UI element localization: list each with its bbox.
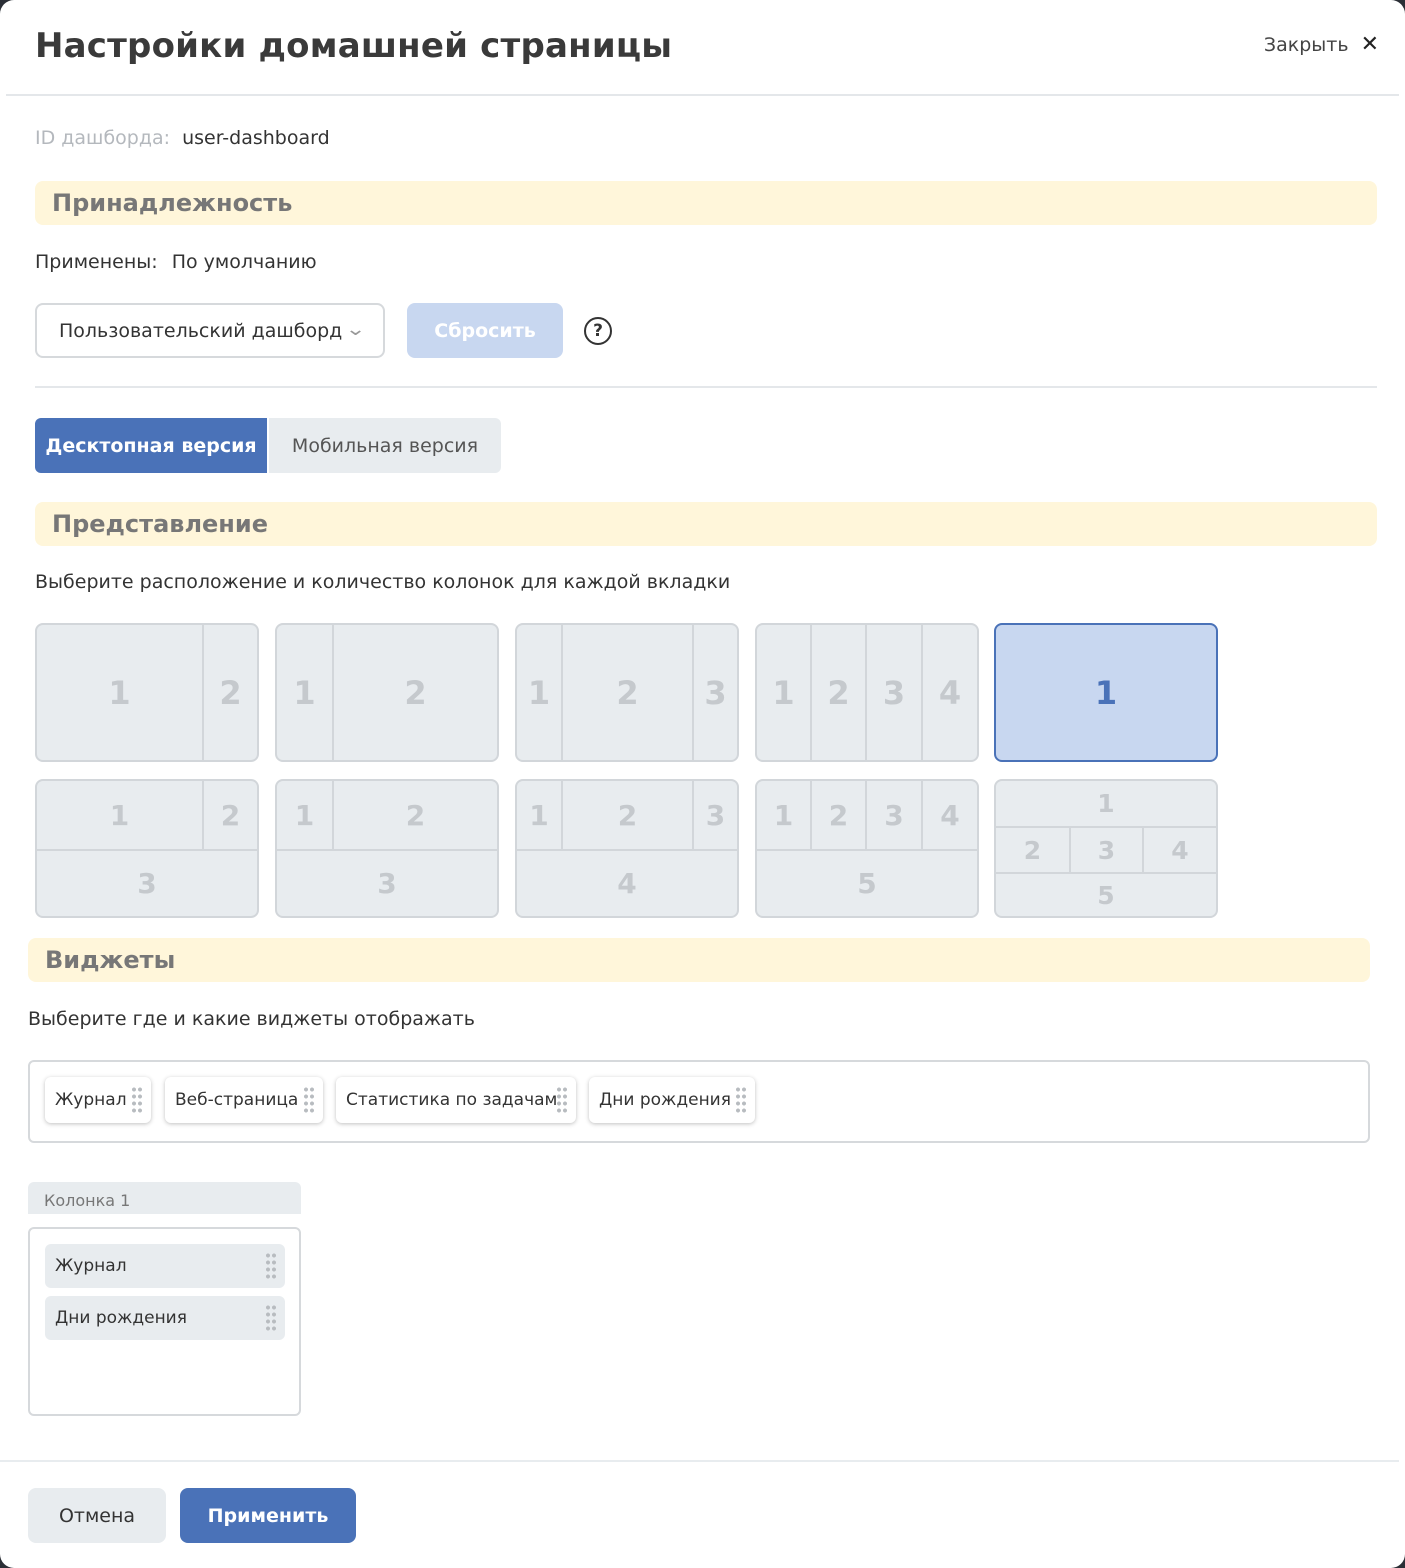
layout-cell: 1 [527,673,551,712]
layout-option-7[interactable]: 1 2 3 [275,779,499,918]
section-view: Представление [35,502,1377,546]
version-tabs: Десктопная версия Мобильная версия [35,418,501,473]
layout-option-2[interactable]: 1 2 [275,623,499,762]
layout-option-1[interactable]: 1 2 [35,623,259,762]
layout-option-6[interactable]: 1 2 3 [35,779,259,918]
layout-cell: 2 [827,673,850,712]
layout-cell: 4 [938,673,962,712]
layout-option-5[interactable]: 1 [994,623,1218,762]
cancel-button[interactable]: Отмена [28,1488,166,1543]
layout-cell: 2 [828,798,849,832]
layout-cell: 3 [377,867,397,900]
layout-cell: 4 [940,798,960,832]
layout-cell: 5 [857,867,877,900]
layout-cell: 1 [109,798,130,832]
layout-option-8[interactable]: 1 2 3 4 [515,779,739,918]
applied-value: По умолчанию [171,251,317,273]
view-hint: Выберите расположение и количество колон… [35,571,731,593]
column-1-dropzone[interactable]: Журнал Дни рождения [28,1227,301,1416]
apply-button[interactable]: Применить [180,1488,356,1543]
layout-cell: 3 [137,867,157,900]
layout-cell: 3 [1097,835,1116,865]
section-membership: Принадлежность [35,181,1377,225]
column-widget-journal[interactable]: Журнал [45,1244,285,1288]
widget-pool: Журнал Веб-страница Статистика по задача… [28,1060,1370,1143]
dashboard-id-label: ID дашборда: [35,127,171,149]
layout-cell: 1 [1097,789,1115,818]
layout-cell: 2 [1023,835,1042,865]
layout-cell: 2 [404,673,427,712]
column-widget-label: Журнал [55,1256,127,1276]
layout-cell: 1 [772,673,795,712]
column-widget-label: Дни рождения [55,1308,187,1328]
widget-chip-webpage[interactable]: Веб-страница [165,1077,323,1123]
layout-cell: 1 [108,673,131,712]
drag-handle-icon[interactable] [265,1304,277,1332]
divider [35,386,1377,388]
layout-cell: 3 [704,673,727,712]
layout-cell: 5 [1097,880,1115,910]
widgets-hint: Выберите где и какие виджеты отображать [28,1008,475,1030]
drag-handle-icon[interactable] [735,1086,747,1114]
layout-option-10[interactable]: 1 2 3 4 5 [994,779,1218,918]
dashboard-id-value: user-dashboard [182,127,330,149]
column-widget-birthdays[interactable]: Дни рождения [45,1296,285,1340]
tab-mobile[interactable]: Мобильная версия [269,418,501,473]
footer-divider [0,1460,1399,1462]
dashboard-type-value: Пользовательский дашборд [59,319,343,342]
layout-cell: 1 [293,673,316,712]
widget-chip-label: Дни рождения [599,1090,731,1110]
widget-chip-birthdays[interactable]: Дни рождения [589,1077,755,1123]
layout-option-4[interactable]: 1 2 3 4 [755,623,979,762]
column-1-header: Колонка 1 [28,1182,301,1214]
modal-title: Настройки домашней страницы [35,26,673,66]
tab-desktop[interactable]: Десктопная версия [35,418,267,473]
drag-handle-icon[interactable] [556,1086,568,1114]
layout-cell: 4 [617,867,637,900]
widget-chip-journal[interactable]: Журнал [45,1077,151,1123]
layout-option-9[interactable]: 1 2 3 4 5 [755,779,979,918]
widget-chip-label: Журнал [55,1090,127,1110]
dashboard-id: ID дашборда: user-dashboard [35,127,330,149]
close-label: Закрыть [1263,34,1349,56]
help-icon[interactable]: ? [584,317,612,345]
layout-option-3[interactable]: 1 2 3 [515,623,739,762]
reset-button[interactable]: Сбросить [407,303,563,358]
layout-cell: 1 [773,798,794,832]
widget-chip-label: Статистика по задачам [346,1090,558,1110]
layout-cell: 1 [294,798,315,832]
layout-cell: 3 [705,798,726,832]
layout-cell: 2 [220,798,241,832]
modal-header: Настройки домашней страницы Закрыть ✕ [6,0,1399,96]
close-icon: ✕ [1360,32,1379,57]
layout-cell: 2 [405,798,426,832]
widget-chip-task-stats[interactable]: Статистика по задачам [336,1077,576,1123]
layout-cell: 3 [882,673,906,712]
widget-chip-label: Веб-страница [175,1090,299,1110]
layout-cell: 1 [1094,673,1118,712]
layout-cell: 4 [1171,835,1189,865]
section-widgets: Виджеты [28,938,1370,982]
layout-cell: 3 [884,798,904,832]
drag-handle-icon[interactable] [303,1086,315,1114]
layout-cell: 1 [529,798,549,832]
applied-label: Применены: [35,251,158,273]
dashboard-type-select[interactable]: Пользовательский дашборд ⌄ [35,303,385,358]
drag-handle-icon[interactable] [265,1252,277,1280]
settings-modal: Настройки домашней страницы Закрыть ✕ ID… [0,0,1405,1568]
applied-line: Применены: По умолчанию [35,251,317,273]
layout-cell: 2 [617,798,638,832]
drag-handle-icon[interactable] [131,1086,143,1114]
layout-cell: 2 [616,673,639,712]
chevron-down-icon: ⌄ [344,319,367,340]
layout-cell: 2 [219,673,242,712]
close-button[interactable]: Закрыть ✕ [1263,32,1379,57]
